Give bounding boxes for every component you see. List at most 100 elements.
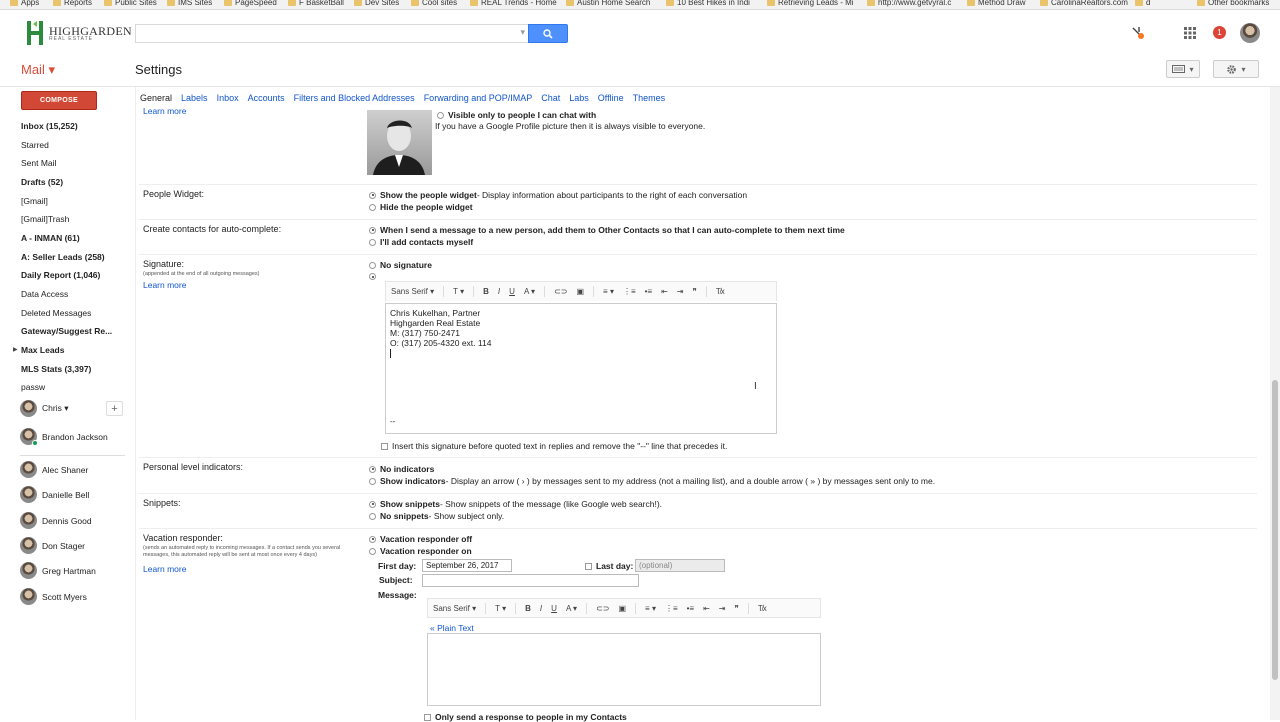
only-contacts-checkbox[interactable]: Only send a response to people in my Con… <box>424 712 627 722</box>
indent-more-icon[interactable]: ⇥ <box>719 604 726 613</box>
tab-filters-and-blocked-addresses[interactable]: Filters and Blocked Addresses <box>294 93 415 103</box>
align-icon[interactable]: ≡ ▾ <box>645 604 656 613</box>
indent-less-icon[interactable]: ⇤ <box>703 604 710 613</box>
bookmark-item[interactable]: IMS Sites <box>167 0 212 7</box>
no-indicators-radio[interactable]: No indicators <box>369 464 434 474</box>
show-snippets-radio[interactable]: Show snippets - Show snippets of the mes… <box>369 499 662 509</box>
bookmark-item[interactable]: d <box>1135 0 1150 7</box>
bulleted-list-icon[interactable]: •≡ <box>687 604 694 613</box>
tab-labels[interactable]: Labels <box>181 93 208 103</box>
indent-more-icon[interactable]: ⇥ <box>677 287 684 296</box>
italic-icon[interactable]: I <box>540 604 542 613</box>
bold-icon[interactable]: B <box>525 604 531 613</box>
font-family-select[interactable]: Sans Serif ▾ <box>391 287 434 296</box>
text-color-icon[interactable]: A ▾ <box>566 604 577 613</box>
bookmark-item[interactable]: Reports <box>53 0 92 7</box>
bookmark-item[interactable]: Dev Sites <box>354 0 399 7</box>
bookmark-item[interactable]: Cool sites <box>411 0 457 7</box>
bookmark-item[interactable]: Austin Home Search <box>566 0 650 7</box>
chat-contact[interactable]: Alec Shaner <box>20 461 88 478</box>
first-day-input[interactable]: September 26, 2017 <box>422 559 512 572</box>
folder-item[interactable]: passw <box>21 382 45 392</box>
bookmark-item[interactable]: F BasketBall <box>288 0 344 7</box>
account-avatar[interactable] <box>1240 23 1260 43</box>
insert-signature-checkbox[interactable]: Insert this signature before quoted text… <box>381 441 727 451</box>
chat-me[interactable]: Chris ▾ <box>20 400 68 417</box>
show-indicators-radio[interactable]: Show indicators - Display an arrow ( › )… <box>369 476 935 486</box>
tab-forwarding-and-pop-imap[interactable]: Forwarding and POP/IMAP <box>424 93 533 103</box>
bookmark-item[interactable]: Retrieving Leads - Mi <box>767 0 854 7</box>
picture-visibility-chat-radio[interactable]: Visible only to people I can chat with <box>437 110 596 120</box>
bookmark-item[interactable]: Other bookmarks <box>1197 0 1269 7</box>
text-color-icon[interactable]: A ▾ <box>524 287 535 296</box>
bookmark-item[interactable]: Method Draw <box>967 0 1026 7</box>
auto-add-contacts-radio[interactable]: When I send a message to a new person, a… <box>369 225 845 235</box>
subject-input[interactable] <box>422 574 639 587</box>
quote-icon[interactable]: ❞ <box>735 604 739 613</box>
image-icon[interactable]: ▣ <box>576 287 584 296</box>
custom-signature-radio[interactable] <box>369 273 380 280</box>
folder-item[interactable]: A: Seller Leads (258) <box>21 252 105 262</box>
vacation-learn-more-link[interactable]: Learn more <box>143 564 186 574</box>
image-icon[interactable]: ▣ <box>618 604 626 613</box>
chat-contact[interactable]: Don Stager <box>20 537 85 554</box>
tab-accounts[interactable]: Accounts <box>248 93 285 103</box>
tab-offline[interactable]: Offline <box>598 93 624 103</box>
expand-arrow-icon[interactable]: ▶ <box>13 346 18 353</box>
font-size-icon[interactable]: T ▾ <box>495 604 506 613</box>
link-icon[interactable]: ⊂⊃ <box>596 604 609 613</box>
scrollbar-thumb[interactable] <box>1272 380 1278 680</box>
folder-item[interactable]: Gateway/Suggest Re... <box>21 326 112 336</box>
bold-icon[interactable]: B <box>483 287 489 296</box>
no-signature-radio[interactable]: No signature <box>369 260 432 270</box>
bookmark-item[interactable]: Public Sites <box>104 0 157 7</box>
folder-item[interactable]: MLS Stats (3,397) <box>21 364 91 374</box>
last-day-input[interactable]: (optional) <box>635 559 725 572</box>
settings-gear-button[interactable]: ▾ <box>1213 60 1259 78</box>
folder-item[interactable]: [Gmail]Trash <box>21 214 69 224</box>
font-size-icon[interactable]: T ▾ <box>453 287 464 296</box>
search-button[interactable] <box>528 24 568 43</box>
input-tools-button[interactable]: ▾ <box>1166 60 1200 78</box>
hubspot-icon[interactable] <box>1130 25 1148 45</box>
indent-less-icon[interactable]: ⇤ <box>661 287 668 296</box>
chat-contact[interactable]: Greg Hartman <box>20 562 96 579</box>
bulleted-list-icon[interactable]: •≡ <box>645 287 652 296</box>
manual-contacts-radio[interactable]: I'll add contacts myself <box>369 237 473 247</box>
quote-icon[interactable]: ❞ <box>693 287 697 296</box>
folder-item[interactable]: Sent Mail <box>21 158 56 168</box>
remove-formatting-icon[interactable]: T̸x <box>716 287 725 296</box>
folder-item[interactable]: Daily Report (1,046) <box>21 270 100 280</box>
tab-inbox[interactable]: Inbox <box>217 93 239 103</box>
folder-item[interactable]: A - INMAN (61) <box>21 233 80 243</box>
add-chat-button[interactable]: + <box>106 401 123 416</box>
chat-status-label[interactable]: Chris ▾ <box>42 403 68 414</box>
chat-contact[interactable]: Dennis Good <box>20 512 92 529</box>
folder-item[interactable]: Max Leads <box>21 345 64 355</box>
notification-badge[interactable]: 1 <box>1213 26 1226 39</box>
vacation-off-radio[interactable]: Vacation responder off <box>369 534 472 544</box>
tab-chat[interactable]: Chat <box>541 93 560 103</box>
font-family-select[interactable]: Sans Serif ▾ <box>433 604 476 613</box>
folder-item[interactable]: Starred <box>21 140 49 150</box>
no-snippets-radio[interactable]: No snippets - Show subject only. <box>369 511 504 521</box>
chat-contact[interactable]: Scott Myers <box>20 588 87 605</box>
remove-formatting-icon[interactable]: T̸x <box>758 604 767 613</box>
last-day-checkbox[interactable]: Last day: <box>585 561 633 571</box>
highgarden-logo[interactable]: HIGHGARDEN REAL ESTATE <box>24 19 132 47</box>
signature-learn-more-link[interactable]: Learn more <box>143 280 186 290</box>
italic-icon[interactable]: I <box>498 287 500 296</box>
link-icon[interactable]: ⊂⊃ <box>554 287 567 296</box>
compose-button[interactable]: COMPOSE <box>21 91 97 110</box>
folder-item[interactable]: Data Access <box>21 289 68 299</box>
bookmark-item[interactable]: CarolinaRealtors.com <box>1040 0 1128 7</box>
show-people-widget-radio[interactable]: Show the people widget - Display informa… <box>369 190 747 200</box>
bookmark-item[interactable]: http://www.getvyral.c <box>867 0 951 7</box>
plain-text-link[interactable]: « Plain Text <box>430 623 474 633</box>
search-input[interactable]: ▾ <box>135 24 528 43</box>
mail-switcher[interactable]: Mail ▾ <box>21 62 55 78</box>
underline-icon[interactable]: U <box>551 604 557 613</box>
hide-people-widget-radio[interactable]: Hide the people widget <box>369 202 473 212</box>
tab-themes[interactable]: Themes <box>633 93 666 103</box>
tab-general[interactable]: General <box>140 93 172 103</box>
